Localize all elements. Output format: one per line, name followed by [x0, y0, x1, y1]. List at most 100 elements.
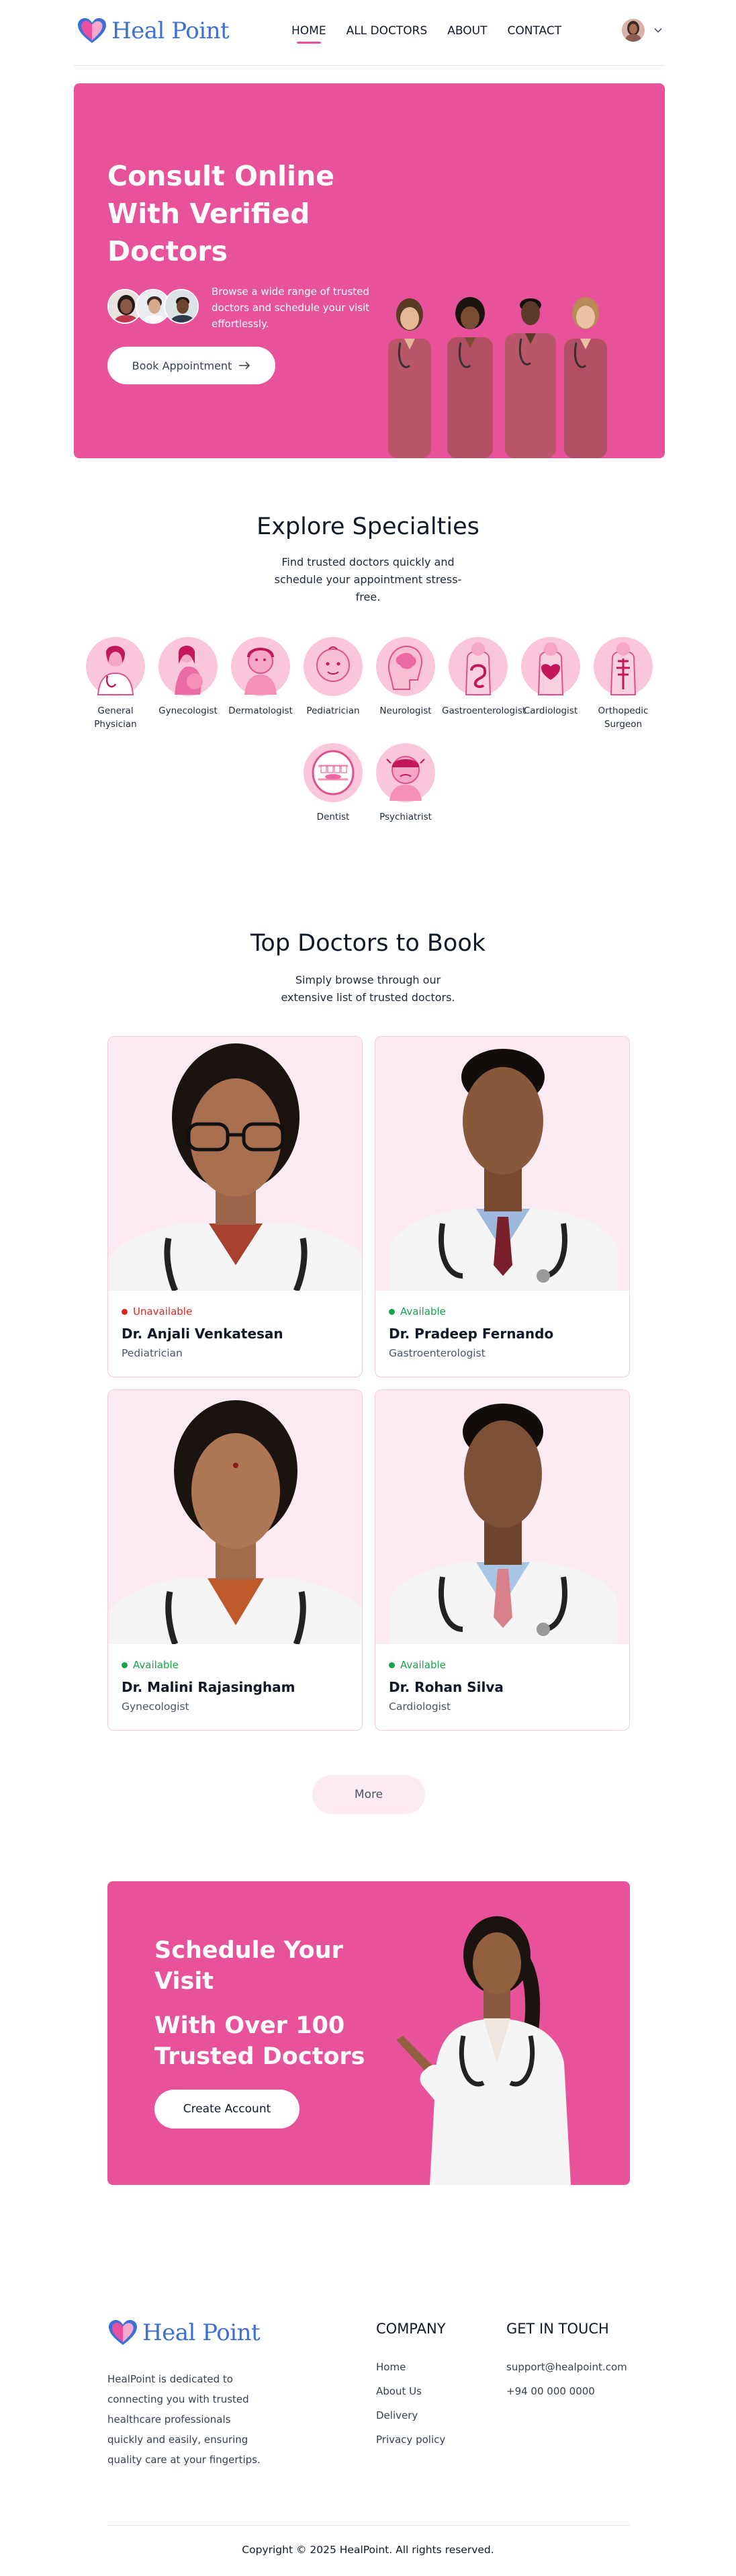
doctor-card[interactable]: Available Dr. Malini Rajasingham Gynecol… — [107, 1389, 363, 1731]
status-dot — [122, 1308, 128, 1315]
doctor-photo — [108, 1390, 362, 1644]
status-text: Available — [400, 1305, 446, 1318]
cta-doctor-image — [396, 1916, 571, 2185]
nav-contact[interactable]: CONTACT — [507, 24, 561, 38]
footer-email[interactable]: support@healpoint.com — [506, 2361, 627, 2373]
logo-text: Heal Point — [111, 17, 230, 44]
gynecologist-icon — [158, 637, 218, 696]
footer-phone: +94 00 000 0000 — [506, 2385, 595, 2397]
doctor-specialty: Gastroenterologist — [389, 1347, 486, 1359]
specialty-item[interactable]: Psychiatrist — [369, 743, 442, 824]
cta-headline: Schedule Your Visit — [154, 1937, 343, 1995]
footer-company-title: COMPANY — [376, 2321, 446, 2337]
footer-link-about[interactable]: About Us — [376, 2385, 422, 2397]
status-badge: Available — [389, 1305, 616, 1318]
arrow-right-icon — [239, 361, 250, 370]
status-dot — [389, 1662, 395, 1668]
psychiatrist-icon — [376, 743, 435, 802]
doctor-name: Dr. Rohan Silva — [389, 1679, 504, 1695]
doctor-specialty: Pediatrician — [122, 1347, 183, 1359]
general-physician-icon — [86, 637, 145, 696]
pediatrician-icon — [304, 637, 363, 696]
specialty-label: Orthopedic Surgeon — [598, 705, 649, 730]
orthopedic-icon — [594, 637, 653, 696]
doctor-name: Dr. Pradeep Fernando — [389, 1326, 554, 1342]
doctor-name: Dr. Anjali Venkatesan — [122, 1326, 283, 1342]
doctor-avatar-group — [107, 289, 199, 324]
hero-subtitle: Browse a wide range of trusted doctors a… — [212, 286, 370, 330]
hero-banner: Consult Online With Verified Doctors Bro… — [74, 83, 665, 458]
status-text: Available — [400, 1659, 446, 1671]
book-appointment-label: Book Appointment — [132, 359, 232, 372]
footer-logo[interactable]: Heal Point — [107, 2319, 261, 2346]
status-badge: Unavailable — [122, 1305, 349, 1318]
specialty-item[interactable]: Orthopedic Surgeon — [587, 637, 659, 731]
status-text: Unavailable — [133, 1305, 193, 1318]
top-doctors-subtitle: Simply browse through our extensive list… — [281, 974, 455, 1004]
cta-banner: Schedule Your Visit With Over 100 Truste… — [107, 1881, 630, 2185]
book-appointment-button[interactable]: Book Appointment — [107, 347, 275, 384]
footer-description: HealPoint is dedicated to connecting you… — [107, 2373, 261, 2466]
doctor-card[interactable]: Available Dr. Pradeep Fernando Gastroent… — [375, 1036, 630, 1377]
logo[interactable]: Heal Point — [77, 17, 230, 44]
specialty-item[interactable]: Gynecologist — [152, 637, 224, 718]
status-dot — [122, 1662, 128, 1668]
specialty-item[interactable]: Cardiologist — [514, 637, 587, 718]
footer-link-home[interactable]: Home — [376, 2361, 406, 2373]
dentist-icon — [304, 743, 363, 802]
doctor-card[interactable]: Unavailable Dr. Anjali Venkatesan Pediat… — [107, 1036, 363, 1377]
specialty-label: Cardiologist — [523, 705, 578, 716]
footer-link-delivery[interactable]: Delivery — [376, 2409, 418, 2421]
specialty-label: Pediatrician — [306, 705, 360, 716]
nav-links: HOME ALL DOCTORS ABOUT CONTACT — [291, 24, 561, 44]
specialty-item[interactable]: Pediatrician — [297, 637, 369, 718]
specialty-label: Neurologist — [379, 705, 432, 716]
dermatologist-icon — [231, 637, 290, 696]
copyright: Copyright © 2025 HealPoint. All rights r… — [242, 2544, 494, 2556]
footer-logo-text: Heal Point — [142, 2319, 261, 2346]
doctor-name: Dr. Malini Rajasingham — [122, 1679, 295, 1695]
nav-about[interactable]: ABOUT — [447, 24, 487, 38]
create-account-button[interactable]: Create Account — [154, 2090, 300, 2129]
profile-menu[interactable] — [622, 19, 662, 42]
footer-link-privacy[interactable]: Privacy policy — [376, 2434, 445, 2446]
gastroenterologist-icon — [449, 637, 508, 696]
specialty-label: Dentist — [316, 812, 350, 822]
footer-divider — [107, 2525, 630, 2526]
heart-logo-icon — [109, 2320, 137, 2345]
status-text: Available — [133, 1659, 179, 1671]
status-badge: Available — [389, 1659, 616, 1671]
specialty-label: Psychiatrist — [379, 812, 432, 822]
chevron-down-icon[interactable] — [654, 26, 662, 34]
avatar — [164, 289, 199, 324]
specialties-subtitle: Find trusted doctors quickly and schedul… — [274, 556, 462, 603]
nav-all-doctors[interactable]: ALL DOCTORS — [347, 24, 428, 38]
cardiologist-icon — [521, 637, 580, 696]
specialties-title: Explore Specialties — [257, 513, 479, 540]
navbar: Heal Point HOME ALL DOCTORS ABOUT CONTAC… — [74, 0, 665, 66]
specialty-item[interactable]: Dentist — [297, 743, 369, 824]
doctor-card[interactable]: Available Dr. Rohan Silva Cardiologist — [375, 1389, 630, 1731]
specialty-label: Gastroenterologist — [442, 705, 526, 716]
specialty-label: Dermatologist — [228, 705, 293, 716]
user-avatar[interactable] — [622, 19, 645, 42]
specialty-item[interactable]: Neurologist — [369, 637, 442, 718]
specialty-item[interactable]: Dermatologist — [224, 637, 297, 718]
doctor-specialty: Gynecologist — [122, 1701, 189, 1713]
specialty-item[interactable]: General Physician — [79, 637, 152, 731]
doctor-specialty: Cardiologist — [389, 1701, 451, 1713]
hero-title: Consult Online With Verified Doctors — [107, 160, 335, 267]
status-dot — [389, 1308, 395, 1315]
status-badge: Available — [122, 1659, 349, 1671]
top-doctors-title: Top Doctors to Book — [250, 930, 486, 957]
more-doctors-button[interactable]: More — [312, 1775, 425, 1814]
doctor-photo — [375, 1037, 629, 1291]
doctor-photo — [375, 1390, 629, 1644]
specialty-label: Gynecologist — [158, 705, 218, 716]
doctor-photo — [108, 1037, 362, 1291]
nav-home[interactable]: HOME — [291, 24, 326, 44]
cta-subheadline: With Over 100 Trusted Doctors — [154, 2012, 365, 2070]
neurologist-icon — [376, 637, 435, 696]
footer-contact-title: GET IN TOUCH — [506, 2321, 609, 2337]
specialty-item[interactable]: Gastroenterologist — [442, 637, 526, 718]
